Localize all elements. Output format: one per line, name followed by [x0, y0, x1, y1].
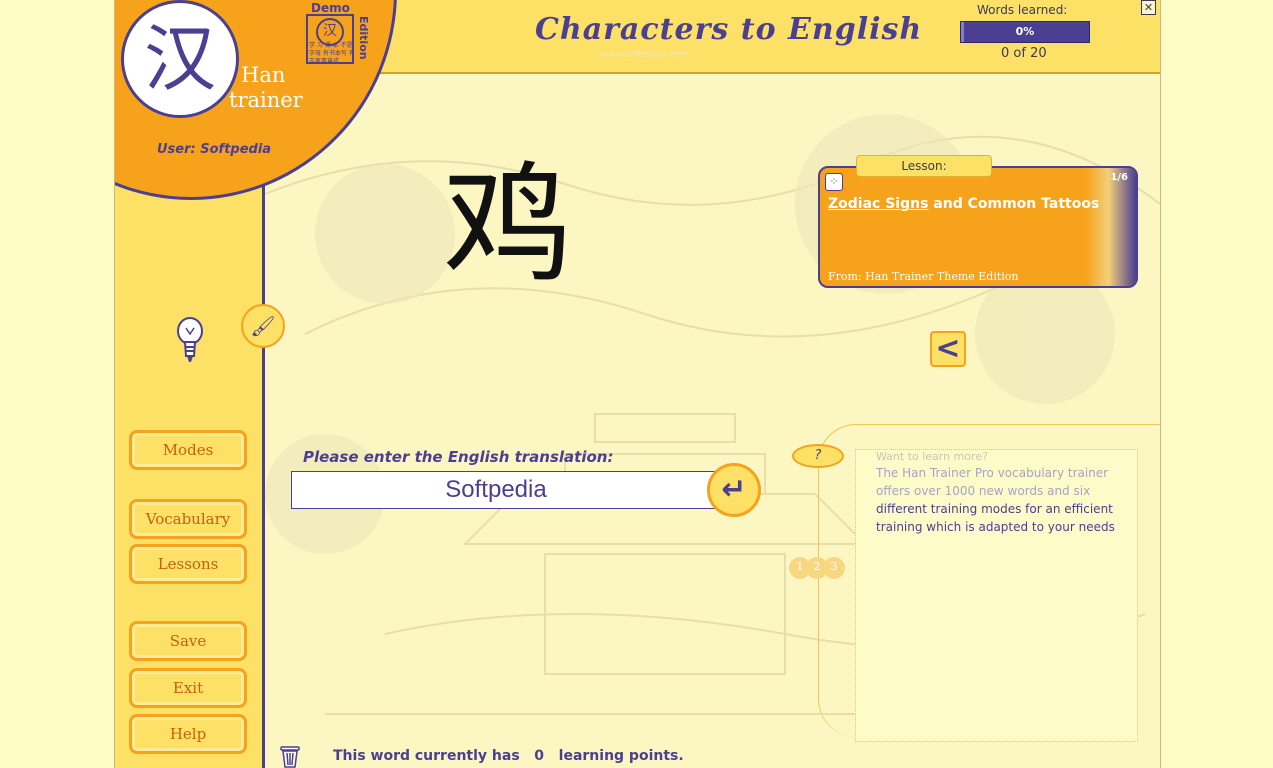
enter-icon: ↵	[721, 472, 747, 507]
learning-points-value: 0	[534, 748, 545, 764]
help-text: The Han Trainer Pro vocabulary trainer o…	[876, 464, 1126, 536]
title-watermark: www.softpedia.com	[601, 50, 689, 60]
question-button[interactable]: ?	[792, 444, 844, 468]
help-text-dim: The Han Trainer Pro vocabulary trainer o…	[876, 466, 1109, 498]
quiz-character: 鸡	[443, 149, 574, 301]
brush-icon: 🖌	[250, 314, 276, 338]
demo-edition-badge: 汉 学 习 课 本 不是字母 有书本写 有志者事竟成	[306, 14, 354, 64]
translation-prompt: Please enter the English translation:	[303, 448, 614, 466]
lesson-source: From: Han Trainer Theme Edition	[828, 270, 1019, 283]
back-button[interactable]: <	[930, 331, 966, 367]
trash-icon[interactable]	[278, 744, 302, 768]
modes-button[interactable]: Modes	[129, 430, 247, 470]
translation-input[interactable]: Softpedia	[291, 471, 721, 509]
lesson-title-link[interactable]: Zodiac Signs	[828, 196, 928, 212]
lightbulb-icon[interactable]	[175, 316, 205, 366]
vocabulary-button[interactable]: Vocabulary	[129, 499, 247, 539]
help-faded-header: Want to learn more?	[876, 450, 988, 463]
lesson-title: Zodiac Signs and Common Tattoos	[828, 196, 1099, 212]
status-suffix: learning points.	[558, 748, 684, 764]
help-button[interactable]: Help	[129, 714, 247, 754]
brush-button[interactable]: 🖌	[241, 304, 285, 348]
dice-icon[interactable]: ⁘	[825, 173, 843, 191]
han-trainer-window: 汉 Han trainer User: Softpedia Demo 汉 学 习…	[114, 0, 1161, 768]
close-button[interactable]: ✕	[1141, 0, 1156, 15]
logo-text-han: Han	[241, 63, 286, 87]
progress-percent: 0%	[1015, 25, 1035, 38]
question-icon: ?	[814, 448, 822, 463]
lesson-count: 1/6	[1110, 172, 1128, 183]
save-button[interactable]: Save	[129, 621, 247, 661]
demo-small-text: 学 习 课 本 不是字母 有书本写 有志者事竟成	[309, 42, 354, 64]
page-title: Characters to English	[535, 12, 923, 47]
chevron-left-icon: <	[935, 331, 961, 366]
words-learned-count: 0 of 20	[1001, 46, 1047, 61]
lessons-button[interactable]: Lessons	[129, 544, 247, 584]
words-learned-label: Words learned:	[977, 3, 1068, 17]
user-label: User: Softpedia	[157, 142, 272, 157]
learning-points-status: This word currently has 0 learning point…	[333, 748, 684, 764]
lesson-card[interactable]: ⁘ 1/6 Zodiac Signs and Common Tattoos Fr…	[818, 166, 1138, 288]
lesson-card-stripe	[1086, 168, 1136, 286]
help-info-box: Want to learn more? The Han Trainer Pro …	[855, 449, 1138, 742]
exit-button[interactable]: Exit	[129, 668, 247, 708]
edition-label: Edition	[357, 16, 370, 60]
logo-text-trainer: trainer	[229, 88, 303, 112]
han-trainer-logo: 汉	[121, 0, 239, 118]
status-prefix: This word currently has	[333, 748, 520, 764]
help-text-main: different training modes for an efficien…	[876, 502, 1115, 534]
lesson-title-rest: and Common Tattoos	[928, 196, 1100, 212]
demo-label: Demo	[311, 1, 350, 15]
submit-button[interactable]: ↵	[707, 463, 761, 517]
lesson-tab: Lesson:	[856, 155, 992, 177]
words-learned-progress: 0%	[960, 21, 1090, 43]
help-page-3[interactable]: 3	[823, 557, 845, 579]
